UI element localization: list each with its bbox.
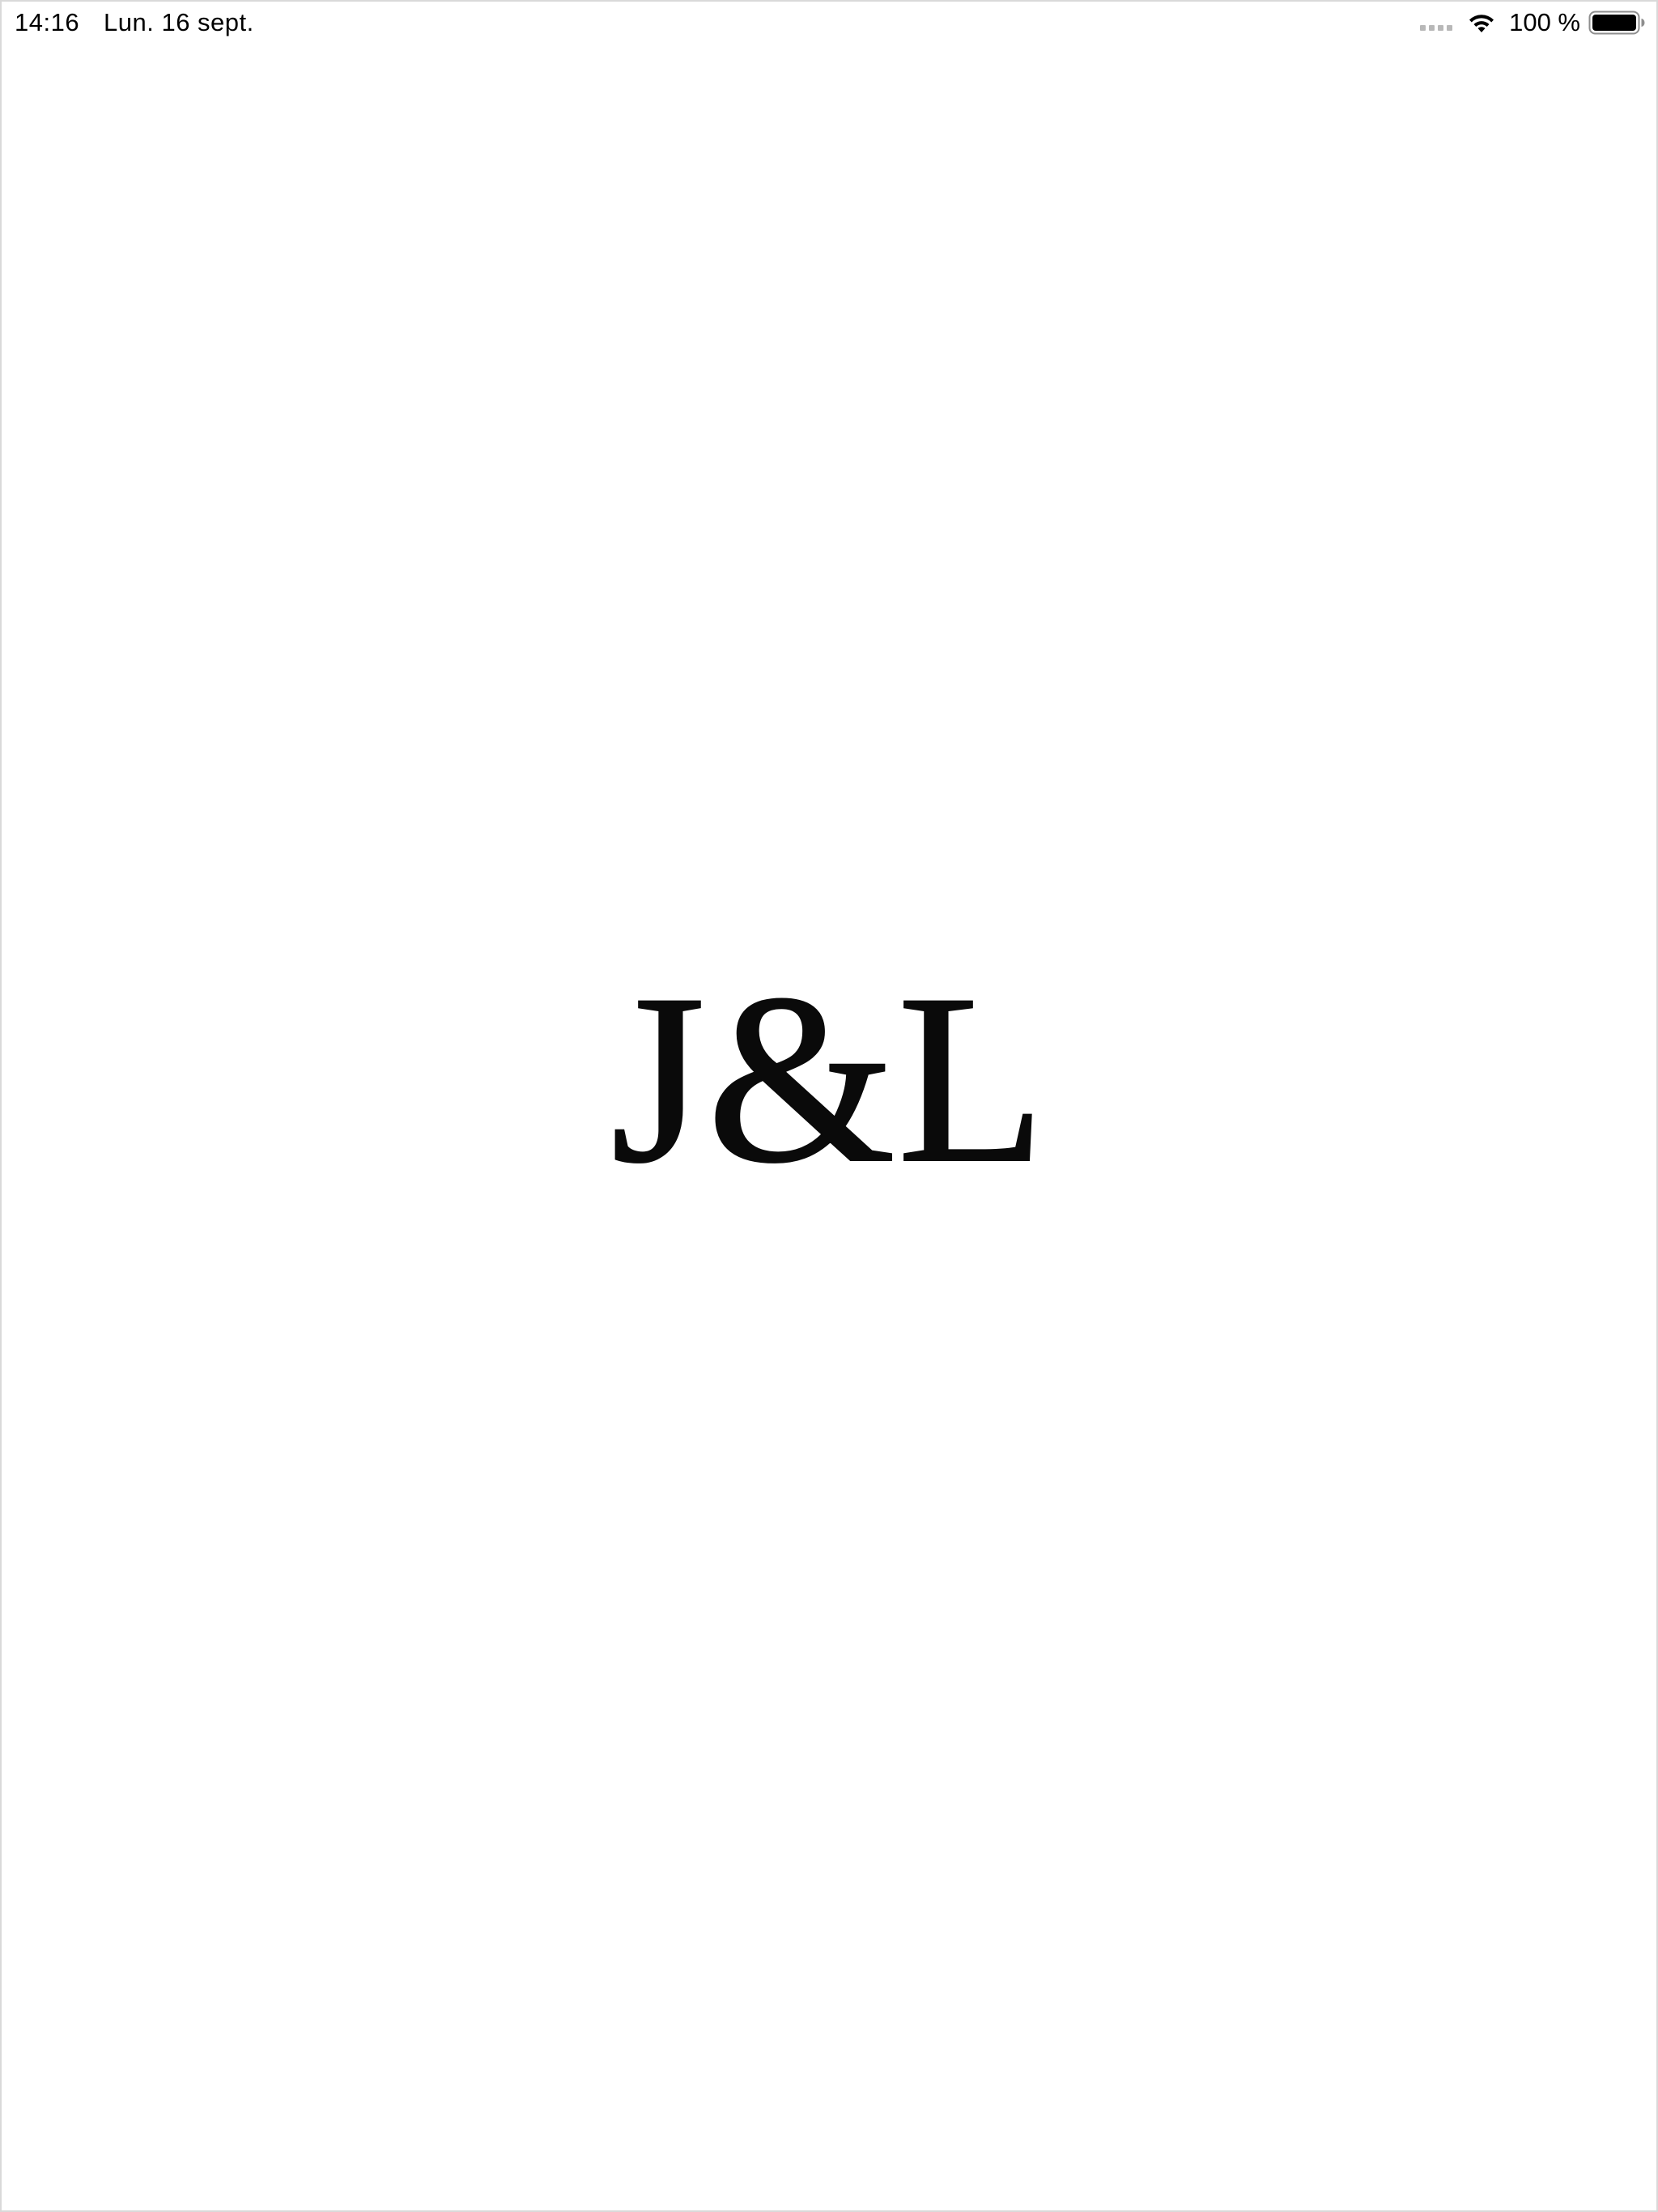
battery-icon xyxy=(1588,11,1645,35)
status-date: Lun. 16 sept. xyxy=(104,8,254,36)
app-logo: J&L xyxy=(610,944,1048,1213)
status-indicators: 100 % xyxy=(1420,6,1645,39)
cellular-signal-icon xyxy=(1420,24,1456,31)
status-time: 14:16 xyxy=(15,8,80,36)
status-bar: 14:16 Lun. 16 sept. 100 % xyxy=(2,2,1656,44)
battery-percent: 100 % xyxy=(1509,8,1580,36)
splash-screen: 14:16 Lun. 16 sept. 100 % J&L xyxy=(0,0,1658,2212)
wifi-icon xyxy=(1469,15,1494,32)
